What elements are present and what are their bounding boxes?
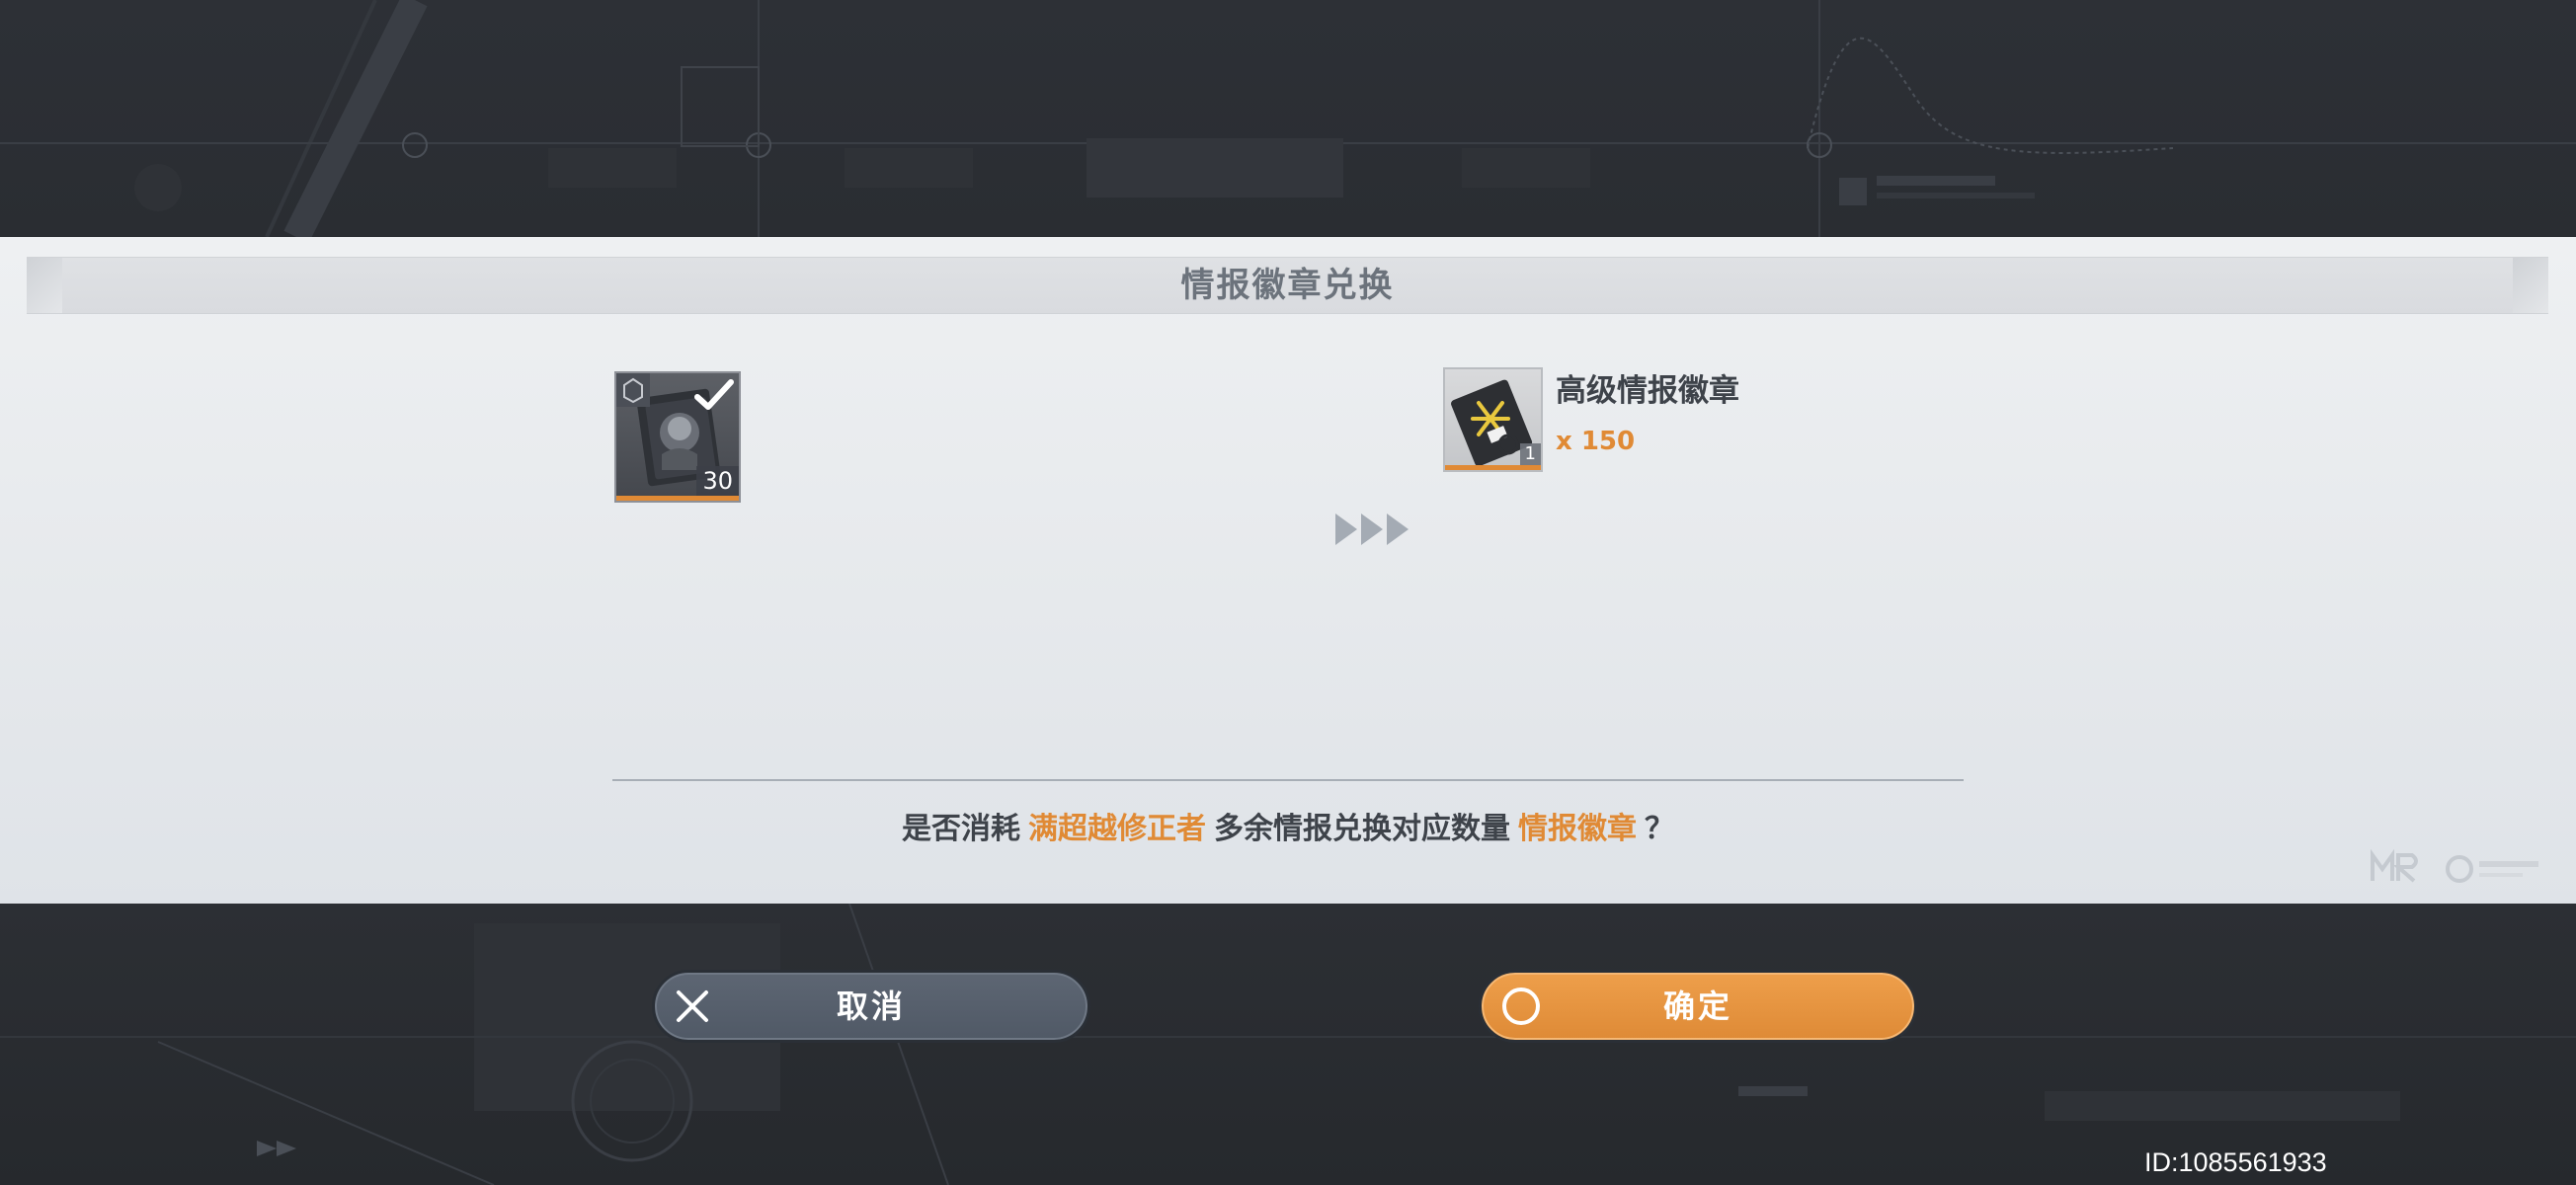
- dialog-divider: [612, 779, 1964, 781]
- background-scene-bottom: [0, 904, 2576, 1185]
- dialog-title-bar: 情报徽章兑换: [27, 257, 2548, 314]
- confirmation-question: 是否消耗 满超越修正者 多余情报兑换对应数量 情报徽章？: [0, 804, 2576, 847]
- question-highlight-badge: 情报徽章: [1518, 812, 1637, 846]
- dialog-title: 情报徽章兑换: [1180, 266, 1395, 305]
- background-decoration: [0, 0, 2576, 237]
- confirm-button[interactable]: 确定: [1479, 970, 1917, 1043]
- reward-item-quantity: x 150: [1556, 427, 1636, 456]
- question-highlight-character: 满超越修正者: [1028, 812, 1206, 846]
- confirm-button-label: 确定: [1662, 988, 1732, 1025]
- question-part-3: ？: [1645, 812, 1674, 846]
- player-id: ID:1085561933: [2144, 1147, 2327, 1177]
- triple-arrow-icon: [1335, 514, 1409, 545]
- background-decoration-bottom: [0, 904, 2576, 1185]
- check-icon: [694, 379, 734, 410]
- reward-card-underline: [1445, 465, 1541, 470]
- faction-icon: [616, 373, 650, 407]
- source-item-count: 30: [696, 466, 739, 496]
- cancel-button[interactable]: 取消: [652, 970, 1090, 1043]
- reward-item-name: 高级情报徽章: [1556, 373, 1739, 409]
- question-part-2: 多余情报兑换对应数量: [1214, 812, 1510, 846]
- question-part-1: 是否消耗: [902, 812, 1020, 846]
- reward-tier-badge: 1: [1519, 443, 1541, 465]
- cancel-button-label: 取消: [836, 988, 906, 1025]
- source-card-underline: [616, 496, 739, 501]
- background-scene-top: [0, 0, 2576, 237]
- watermark-logo: [2371, 848, 2538, 883]
- source-item-card[interactable]: 30: [614, 371, 741, 503]
- reward-item-card[interactable]: 1: [1443, 367, 1543, 472]
